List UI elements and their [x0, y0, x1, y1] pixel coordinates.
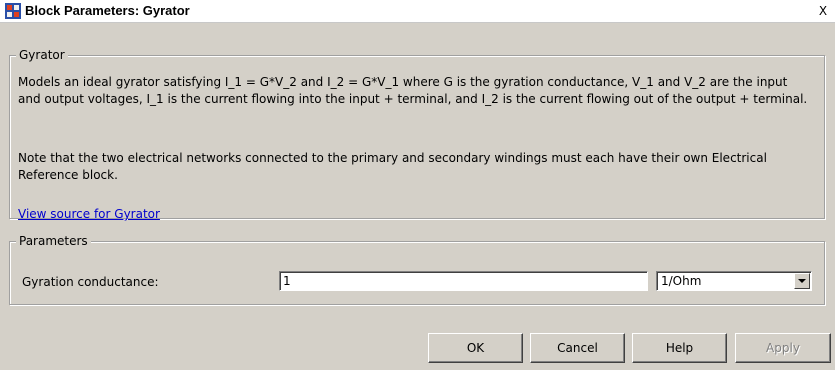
- gyration-conductance-label: Gyration conductance:: [22, 275, 159, 289]
- gyration-conductance-input[interactable]: 1: [279, 271, 648, 291]
- window-title: Block Parameters: Gyrator: [25, 3, 190, 18]
- view-source-link[interactable]: View source for Gyrator: [18, 207, 160, 221]
- title-bar[interactable]: Block Parameters: Gyrator X: [0, 0, 835, 23]
- app-icon: [5, 3, 21, 19]
- unit-dropdown[interactable]: 1/Ohm: [656, 271, 812, 291]
- close-icon[interactable]: X: [815, 3, 831, 19]
- description-paragraph-2: Note that the two electrical networks co…: [18, 151, 767, 182]
- cancel-button[interactable]: Cancel: [530, 333, 625, 363]
- ok-button[interactable]: OK: [428, 333, 523, 363]
- unit-value: 1/Ohm: [661, 274, 702, 288]
- parameters-group-title: Parameters: [16, 234, 91, 248]
- apply-button[interactable]: Apply: [735, 333, 831, 363]
- description-group: Gyrator Models an ideal gyrator satisfyi…: [9, 48, 825, 221]
- parameters-group: Parameters Gyration conductance: 1 1/Ohm: [9, 234, 825, 305]
- description-group-title: Gyrator: [16, 48, 68, 62]
- description-paragraph-1: Models an ideal gyrator satisfying I_1 =…: [18, 75, 808, 106]
- chevron-down-icon[interactable]: [794, 273, 810, 289]
- help-button[interactable]: Help: [632, 333, 727, 363]
